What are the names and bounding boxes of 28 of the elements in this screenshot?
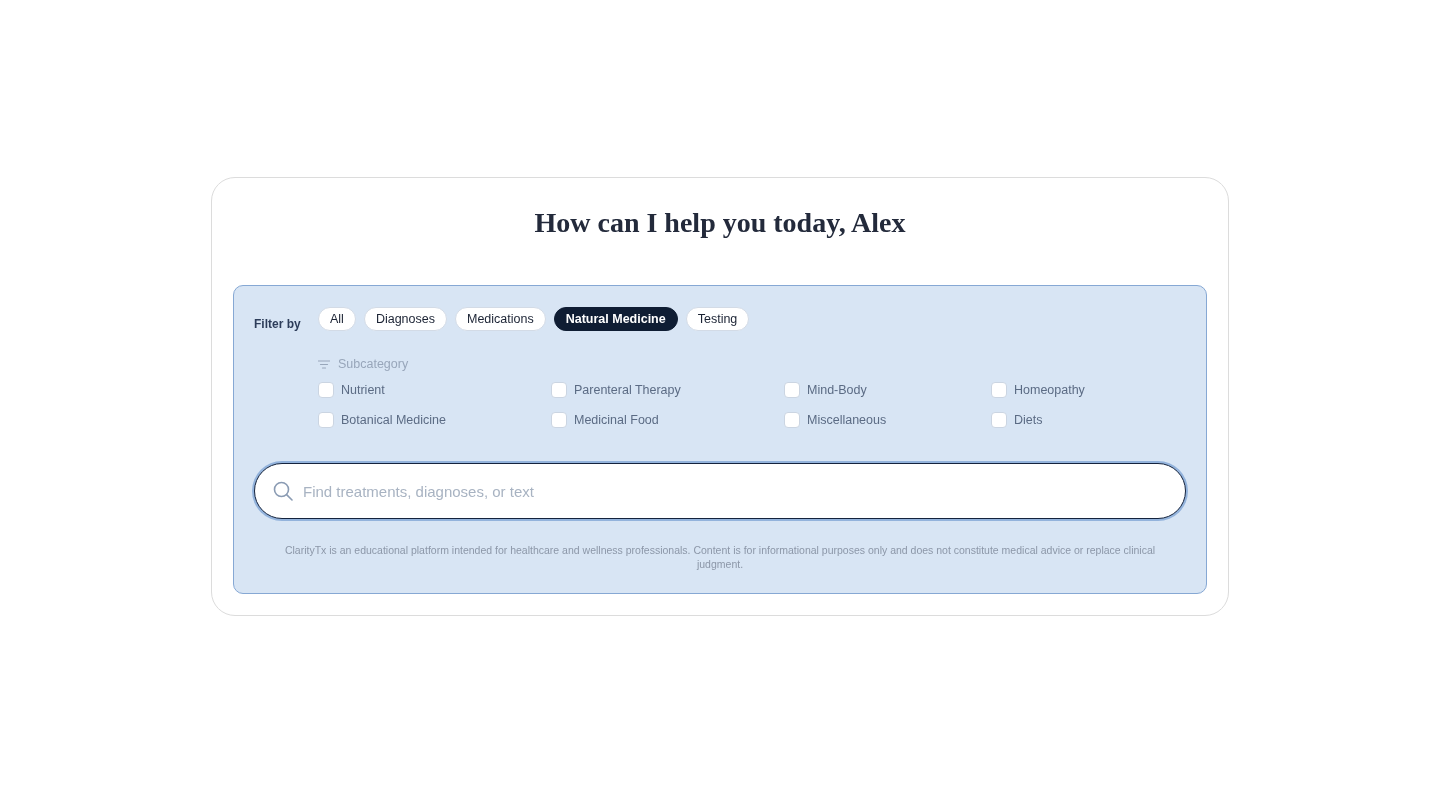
filter-icon	[318, 359, 330, 369]
checkbox-label: Nutrient	[341, 382, 385, 399]
checkbox-label: Medicinal Food	[574, 412, 659, 429]
checkbox-label: Mind-Body	[807, 382, 867, 399]
checkbox-label: Parenteral Therapy	[574, 382, 681, 399]
checkbox[interactable]	[318, 412, 334, 429]
filter-chip[interactable]: All	[318, 307, 356, 332]
search-icon	[273, 481, 293, 502]
filter-chip[interactable]: Medications	[455, 307, 546, 332]
subcategory-label: Subcategory	[338, 355, 409, 373]
checkbox[interactable]	[551, 412, 567, 429]
page-title: How can I help you today, Alex	[533, 205, 907, 240]
checkbox[interactable]	[784, 412, 800, 429]
checkbox[interactable]	[318, 382, 334, 399]
filter-label: Filter by	[254, 315, 302, 333]
checkbox-label: Miscellaneous	[807, 412, 887, 429]
checkbox-label: Botanical Medicine	[341, 412, 446, 429]
filter-chip[interactable]: Testing	[685, 307, 750, 332]
filter-chip[interactable]: Diagnoses	[363, 307, 447, 332]
checkbox[interactable]	[784, 382, 800, 399]
disclaimer-text: ClarityTx is an educational platform intended for healthcare and wellness professionals. Content is for informational purposes only and does not constitute medical advice or replace clinical judgment.	[283, 543, 1157, 572]
filter-chip[interactable]: Natural Medicine	[553, 307, 678, 332]
checkbox[interactable]	[991, 412, 1007, 429]
checkbox[interactable]	[991, 382, 1007, 399]
checkbox[interactable]	[551, 382, 567, 399]
search-field[interactable]: Find treatments, diagnoses, or text	[254, 463, 1186, 520]
checkbox-label: Homeopathy	[1014, 382, 1085, 399]
checkbox-label: Diets	[1014, 412, 1043, 429]
